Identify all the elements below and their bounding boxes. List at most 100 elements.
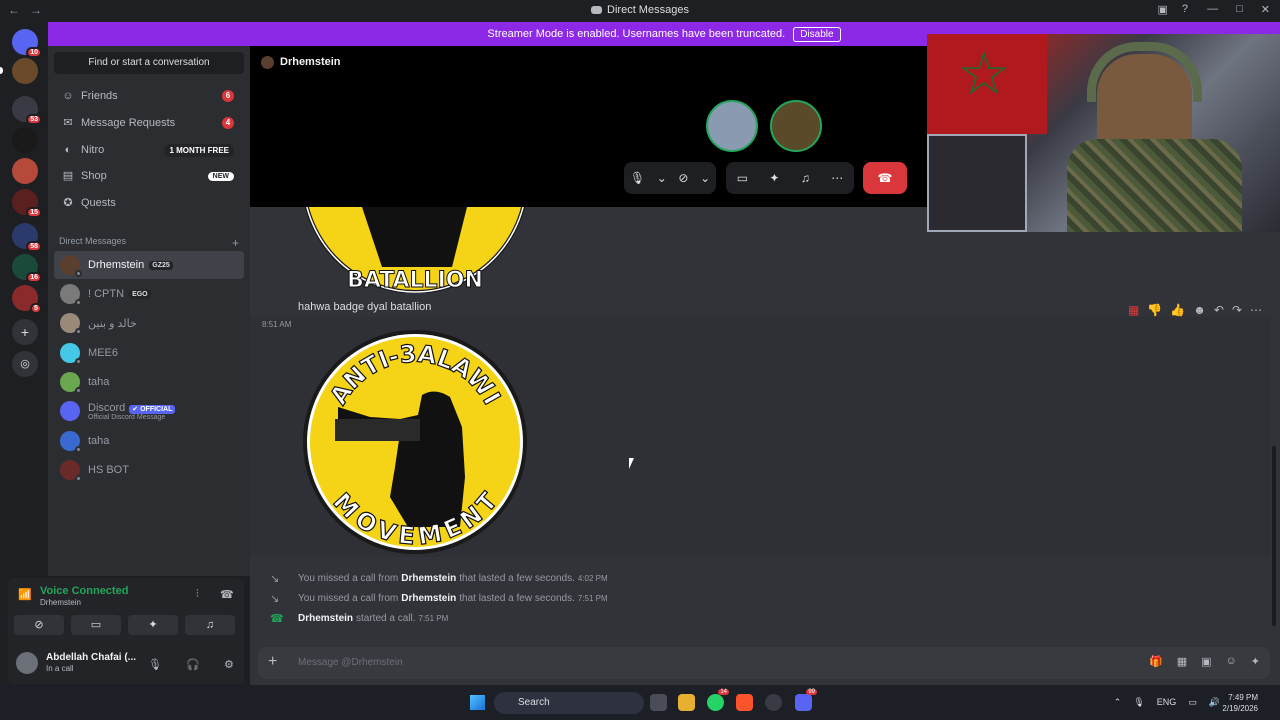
server-icon[interactable]: 5 bbox=[12, 285, 42, 314]
chevron-down-icon[interactable]: ⌄ bbox=[657, 171, 667, 185]
soundboard-button[interactable]: ♫ bbox=[185, 615, 235, 635]
quests-icon: ✪ bbox=[63, 197, 73, 209]
activities-icon[interactable]: ✦ bbox=[769, 171, 779, 185]
channel-header: Drhemstein bbox=[250, 46, 928, 78]
settings-icon[interactable]: ⚙ bbox=[224, 658, 234, 671]
message-composer[interactable]: + Message @Drhemstein 🎁 ▦ ▣ ☺ ✦ bbox=[258, 647, 1270, 679]
dm-item[interactable]: MEE6 bbox=[54, 339, 244, 367]
headphones-icon[interactable]: 🎧 bbox=[186, 658, 200, 671]
avatar bbox=[60, 313, 82, 335]
user-panel[interactable]: Abdellah Chafai (... In a call 🎙 🎧 ⚙ bbox=[14, 650, 240, 678]
channel-title[interactable]: Drhemstein bbox=[280, 56, 341, 68]
dm-item[interactable]: ! CPTN EGO bbox=[54, 280, 244, 308]
dm-item[interactable]: Drhemstein GZ25 bbox=[54, 251, 244, 279]
forward-icon[interactable]: ↷ bbox=[1232, 303, 1242, 317]
emoji-icon[interactable]: ☺ bbox=[1226, 655, 1237, 668]
participant-avatar[interactable] bbox=[706, 100, 758, 152]
avatar bbox=[60, 284, 82, 306]
dm-item[interactable]: خالد و بنين bbox=[54, 309, 244, 337]
add-reaction-icon[interactable]: ☻ bbox=[1193, 303, 1206, 317]
dm-item[interactable]: taha bbox=[54, 368, 244, 396]
mic-icon[interactable]: 🎙 bbox=[1133, 697, 1144, 708]
nav-quests[interactable]: ✪ Quests bbox=[54, 191, 244, 215]
mic-icon[interactable]: 🎙 bbox=[630, 171, 645, 185]
server-icon[interactable]: 53 bbox=[12, 96, 42, 125]
screen-share-button[interactable]: ▭ bbox=[71, 615, 121, 635]
server-icon[interactable]: 16 bbox=[12, 254, 42, 283]
scrollbar[interactable] bbox=[1272, 446, 1276, 626]
shop-icon: ▤ bbox=[62, 170, 74, 182]
thumbs-up-icon[interactable]: 👍 bbox=[1170, 303, 1185, 317]
hang-up-button[interactable]: ☎ bbox=[863, 162, 907, 194]
whatsapp-icon[interactable]: 14 bbox=[707, 689, 729, 711]
maximize-icon[interactable]: □ bbox=[1236, 3, 1243, 16]
voice-channel: Drhemstein bbox=[40, 598, 81, 607]
dm-item[interactable]: Discord ✔ OFFICIAL Official Discord Messa… bbox=[54, 397, 244, 425]
reply-icon[interactable]: ↶ bbox=[1214, 303, 1224, 317]
more-icon[interactable]: ⋯ bbox=[831, 171, 843, 185]
headset-image bbox=[1087, 42, 1202, 102]
sticker-icon[interactable]: ▣ bbox=[1201, 655, 1211, 668]
disable-button[interactable]: Disable bbox=[793, 26, 841, 42]
network-icon[interactable]: ▭ bbox=[1188, 697, 1197, 708]
find-conversation-button[interactable]: Find or start a conversation bbox=[54, 52, 244, 74]
language-indicator[interactable]: ENG bbox=[1157, 697, 1177, 708]
avatar bbox=[60, 255, 82, 277]
reaction-icon[interactable]: ▦ bbox=[1128, 303, 1139, 317]
volume-icon[interactable]: 🔊 bbox=[1209, 697, 1220, 708]
nav-shop[interactable]: ▤ Shop NEW bbox=[54, 164, 244, 188]
dm-item[interactable]: HS BOT bbox=[54, 456, 244, 484]
discord-taskbar-icon[interactable]: 99 bbox=[795, 689, 817, 711]
server-icon[interactable]: 58 bbox=[12, 223, 42, 252]
steam-icon[interactable] bbox=[765, 694, 782, 711]
gift-icon[interactable]: 🎁 bbox=[1149, 655, 1163, 668]
nav-message-requests[interactable]: ✉ Message Requests 4 bbox=[54, 111, 244, 135]
task-view-icon[interactable] bbox=[650, 694, 667, 711]
chevron-up-icon[interactable]: ⌃ bbox=[1114, 697, 1122, 708]
brave-icon[interactable] bbox=[736, 694, 753, 711]
nav-friends[interactable]: ☺ Friends 6 bbox=[54, 84, 244, 108]
dm-item[interactable]: taha bbox=[54, 427, 244, 455]
call-actions[interactable]: ▭ ✦ ♫ ⋯ bbox=[726, 162, 854, 194]
signal-icon[interactable]: 📶 bbox=[18, 588, 32, 601]
batallion-badge-image[interactable]: BATALLION bbox=[302, 207, 528, 293]
message-input[interactable]: Message @Drhemstein bbox=[298, 657, 403, 668]
apps-icon[interactable]: ✦ bbox=[1251, 655, 1260, 668]
discord-home-icon[interactable]: 10 bbox=[12, 29, 42, 58]
close-icon[interactable]: ✕ bbox=[1261, 3, 1270, 16]
more-icon[interactable]: ⋯ bbox=[1250, 303, 1262, 317]
soundboard-icon[interactable]: ♫ bbox=[801, 171, 810, 185]
participant-avatar[interactable] bbox=[770, 100, 822, 152]
server-icon[interactable] bbox=[12, 158, 38, 184]
help-icon[interactable]: ? bbox=[1182, 3, 1188, 16]
noise-suppression-icon[interactable]: ⫶ bbox=[196, 588, 199, 601]
taskbar: Search 14 99 ⌃ 🎙 ENG ▭ 🔊 7:49 PM 2/19/20… bbox=[0, 685, 1280, 720]
anti-3alawi-badge-image[interactable]: ANTI-3ALAWI MOVEMENT bbox=[300, 327, 530, 557]
server-icon[interactable]: 15 bbox=[12, 189, 42, 218]
minimize-icon[interactable]: — bbox=[1207, 3, 1218, 16]
disconnect-icon[interactable]: ☎ bbox=[220, 588, 234, 601]
taskbar-search[interactable]: Search bbox=[494, 692, 644, 714]
nav-nitro[interactable]: ◐ Nitro 1 MONTH FREE bbox=[54, 138, 244, 162]
activities-button[interactable]: ✦ bbox=[128, 615, 178, 635]
thumbs-down-icon[interactable]: 👎 bbox=[1147, 303, 1162, 317]
attach-icon[interactable]: + bbox=[268, 653, 277, 671]
camera-off-icon[interactable]: ⊘ bbox=[678, 171, 688, 185]
gif-icon[interactable]: ▦ bbox=[1177, 655, 1187, 668]
discover-icon[interactable]: ◎ bbox=[12, 351, 38, 377]
server-icon[interactable] bbox=[12, 127, 38, 153]
server-icon[interactable] bbox=[0, 58, 38, 84]
inbox-icon[interactable]: ▣ bbox=[1157, 3, 1167, 16]
clock[interactable]: 7:49 PM 2/19/2026 bbox=[1222, 692, 1258, 714]
mic-icon[interactable]: 🎙 bbox=[148, 658, 162, 671]
mic-control[interactable]: 🎙 ⌄ ⊘ ⌄ bbox=[624, 162, 716, 194]
voice-status[interactable]: Voice Connected bbox=[40, 585, 128, 597]
file-explorer-icon[interactable] bbox=[678, 694, 695, 711]
screen-share-icon[interactable]: ▭ bbox=[737, 171, 748, 185]
add-server-icon[interactable]: + bbox=[12, 319, 38, 345]
windows-start-icon[interactable] bbox=[470, 695, 485, 710]
add-dm-icon[interactable]: + bbox=[232, 236, 239, 250]
avatar bbox=[60, 460, 82, 482]
camera-off-button[interactable]: ⊘ bbox=[14, 615, 64, 635]
chevron-down-icon[interactable]: ⌄ bbox=[700, 171, 710, 185]
